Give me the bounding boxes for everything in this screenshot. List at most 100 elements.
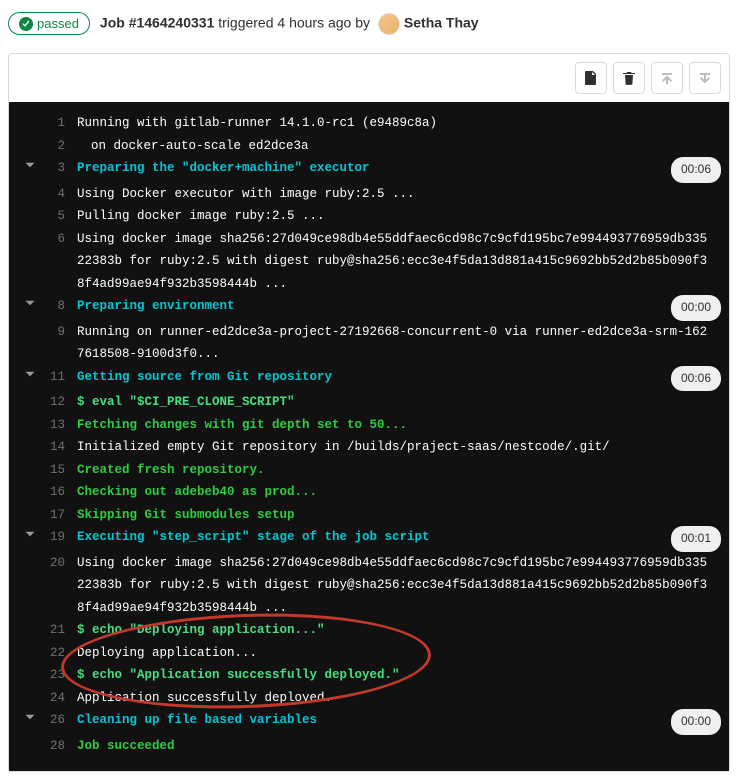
log-line: 13Fetching changes with git depth set to…: [17, 414, 721, 437]
log-line: 17Skipping Git submodules setup: [17, 504, 721, 527]
document-icon: [583, 70, 599, 86]
line-number[interactable]: 21: [43, 619, 77, 642]
line-number[interactable]: 28: [43, 735, 77, 758]
line-number[interactable]: 9: [43, 321, 77, 344]
log-line: 14Initialized empty Git repository in /b…: [17, 436, 721, 459]
line-content: Initialized empty Git repository in /bui…: [77, 436, 721, 459]
log-line: 5Pulling docker image ruby:2.5 ...: [17, 205, 721, 228]
section-toggle[interactable]: [17, 157, 43, 180]
log-line: 26Cleaning up file based variables00:00: [17, 709, 721, 735]
log-line: 6Using docker image sha256:27d049ce98db4…: [17, 228, 721, 296]
job-header: passed Job #1464240331 triggered 4 hours…: [0, 0, 738, 47]
user-name[interactable]: Setha Thay: [404, 14, 479, 30]
log-line: 11Getting source from Git repository00:0…: [17, 366, 721, 392]
line-content: Using Docker executor with image ruby:2.…: [77, 183, 721, 206]
check-circle-icon: [19, 17, 33, 31]
section-duration: 00:00: [671, 709, 721, 735]
scroll-top-button[interactable]: [651, 62, 683, 94]
log-line: 9Running on runner-ed2dce3a-project-2719…: [17, 321, 721, 366]
line-number[interactable]: 5: [43, 205, 77, 228]
line-content: Job succeeded: [77, 735, 721, 758]
log-panel: 1Running with gitlab-runner 14.1.0-rc1 (…: [8, 53, 730, 772]
line-number[interactable]: 22: [43, 642, 77, 665]
line-number[interactable]: 24: [43, 687, 77, 710]
job-title-wrap: Job #1464240331 triggered 4 hours ago by…: [100, 13, 479, 35]
line-number[interactable]: 15: [43, 459, 77, 482]
line-content: Using docker image sha256:27d049ce98db4e…: [77, 552, 721, 620]
line-number[interactable]: 14: [43, 436, 77, 459]
line-content: Executing "step_script" stage of the job…: [77, 526, 671, 549]
line-content: $ echo "Application successfully deploye…: [77, 664, 721, 687]
chevron-down-icon[interactable]: [24, 528, 36, 540]
avatar[interactable]: [378, 13, 400, 35]
line-number[interactable]: 1: [43, 112, 77, 135]
line-content: Getting source from Git repository: [77, 366, 671, 389]
log-line: 24Application successfully deployed.: [17, 687, 721, 710]
section-toggle[interactable]: [17, 526, 43, 549]
log-output: 1Running with gitlab-runner 14.1.0-rc1 (…: [9, 102, 729, 771]
line-number[interactable]: 11: [43, 366, 77, 389]
line-number[interactable]: 20: [43, 552, 77, 575]
raw-log-button[interactable]: [575, 62, 607, 94]
line-number[interactable]: 2: [43, 135, 77, 158]
status-text: passed: [37, 16, 79, 31]
log-line: 28Job succeeded: [17, 735, 721, 758]
scroll-bottom-button[interactable]: [689, 62, 721, 94]
chevron-down-icon[interactable]: [24, 297, 36, 309]
line-content: Using docker image sha256:27d049ce98db4e…: [77, 228, 721, 296]
scroll-top-icon: [659, 70, 675, 86]
line-content: Checking out adebeb40 as prod...: [77, 481, 721, 504]
line-number[interactable]: 8: [43, 295, 77, 318]
log-line: 19Executing "step_script" stage of the j…: [17, 526, 721, 552]
log-toolbar: [9, 54, 729, 102]
log-line: 16Checking out adebeb40 as prod...: [17, 481, 721, 504]
section-toggle[interactable]: [17, 709, 43, 732]
log-line: 4Using Docker executor with image ruby:2…: [17, 183, 721, 206]
line-content: Deploying application...: [77, 642, 721, 665]
line-number[interactable]: 16: [43, 481, 77, 504]
line-number[interactable]: 3: [43, 157, 77, 180]
erase-log-button[interactable]: [613, 62, 645, 94]
line-number[interactable]: 12: [43, 391, 77, 414]
line-number[interactable]: 19: [43, 526, 77, 549]
status-badge: passed: [8, 12, 90, 35]
section-duration: 00:00: [671, 295, 721, 321]
log-line: 15Created fresh repository.: [17, 459, 721, 482]
line-content: $ echo "Deploying application...": [77, 619, 721, 642]
line-content: Created fresh repository.: [77, 459, 721, 482]
line-content: Running on runner-ed2dce3a-project-27192…: [77, 321, 721, 366]
log-line: 2on docker-auto-scale ed2dce3a: [17, 135, 721, 158]
log-line: 3Preparing the "docker+machine" executor…: [17, 157, 721, 183]
job-number: Job #1464240331: [100, 14, 214, 30]
line-content: on docker-auto-scale ed2dce3a: [77, 135, 721, 158]
line-content: Pulling docker image ruby:2.5 ...: [77, 205, 721, 228]
log-line: 12$ eval "$CI_PRE_CLONE_SCRIPT": [17, 391, 721, 414]
section-duration: 00:01: [671, 526, 721, 552]
line-number[interactable]: 23: [43, 664, 77, 687]
section-duration: 00:06: [671, 366, 721, 392]
line-number[interactable]: 17: [43, 504, 77, 527]
line-number[interactable]: 6: [43, 228, 77, 251]
log-line: 22Deploying application...: [17, 642, 721, 665]
log-line: 21$ echo "Deploying application...": [17, 619, 721, 642]
trash-icon: [621, 70, 637, 86]
line-content: Fetching changes with git depth set to 5…: [77, 414, 721, 437]
line-number[interactable]: 26: [43, 709, 77, 732]
chevron-down-icon[interactable]: [24, 711, 36, 723]
log-line: 23$ echo "Application successfully deplo…: [17, 664, 721, 687]
section-toggle[interactable]: [17, 295, 43, 318]
line-number[interactable]: 4: [43, 183, 77, 206]
log-line: 20Using docker image sha256:27d049ce98db…: [17, 552, 721, 620]
line-content: Skipping Git submodules setup: [77, 504, 721, 527]
chevron-down-icon[interactable]: [24, 159, 36, 171]
chevron-down-icon[interactable]: [24, 368, 36, 380]
line-content: Preparing the "docker+machine" executor: [77, 157, 671, 180]
log-line: 8Preparing environment00:00: [17, 295, 721, 321]
line-content: Cleaning up file based variables: [77, 709, 671, 732]
section-toggle[interactable]: [17, 366, 43, 389]
log-line: 1Running with gitlab-runner 14.1.0-rc1 (…: [17, 112, 721, 135]
line-number[interactable]: 13: [43, 414, 77, 437]
line-content: $ eval "$CI_PRE_CLONE_SCRIPT": [77, 391, 721, 414]
section-duration: 00:06: [671, 157, 721, 183]
line-content: Preparing environment: [77, 295, 671, 318]
